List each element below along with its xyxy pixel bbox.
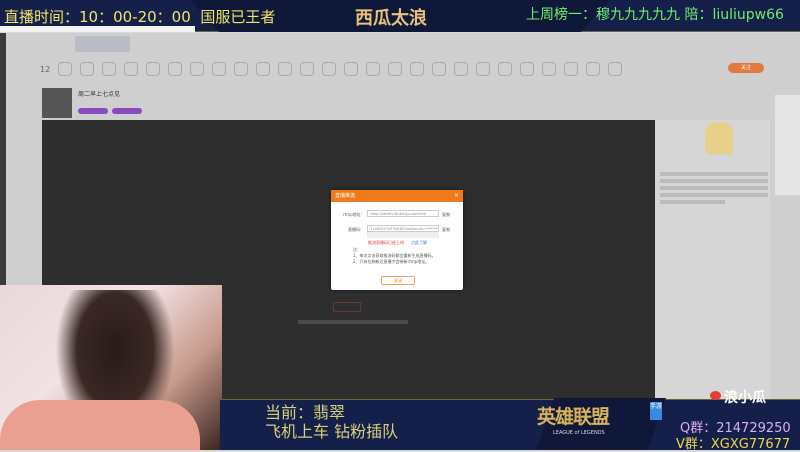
mascot-image	[705, 122, 733, 154]
player-button[interactable]	[333, 302, 361, 312]
category-icon[interactable]	[476, 62, 491, 76]
category-icon[interactable]	[58, 62, 73, 76]
mobile-badge: 手游	[650, 402, 662, 420]
follow-button[interactable]: 关注	[728, 63, 764, 73]
right-sidebar	[655, 120, 770, 400]
learn-more-link[interactable]: 点此了解	[411, 240, 427, 246]
category-icon-row: 12	[40, 58, 660, 80]
category-icon[interactable]	[344, 62, 359, 76]
weibo-icon	[710, 391, 721, 400]
category-icon[interactable]	[190, 62, 205, 76]
copy-key-button[interactable]: 复制	[442, 227, 450, 233]
category-icon[interactable]	[278, 62, 293, 76]
category-icon[interactable]	[520, 62, 535, 76]
note: 2、只有在刷新后直播才会带新rtmp地址。	[353, 259, 430, 264]
server-rank: 国服已王者	[200, 8, 276, 26]
level-text: 12	[40, 64, 51, 74]
tag[interactable]	[78, 108, 108, 114]
streamer-title: 西瓜太浪	[355, 8, 427, 29]
key-field[interactable]: 11483057wTYpXD0?wsSecret=********	[367, 225, 439, 232]
stream-push-dialog: 直播推流 × rtmp地址: rtmp://sendtc3a.douyu.com…	[331, 190, 463, 290]
game-logo: 英雄联盟	[537, 406, 610, 428]
category-icon[interactable]	[366, 62, 381, 76]
player-hint	[298, 320, 408, 324]
companion: 陪：liuliupw66	[684, 7, 784, 23]
room-title: 周二早上七点见	[78, 91, 121, 98]
game-logo-en: LEAGUE of LEGENDS	[553, 430, 605, 436]
category-icon[interactable]	[146, 62, 161, 76]
key-scrollbar[interactable]	[367, 232, 439, 238]
category-icon[interactable]	[564, 62, 579, 76]
category-icon[interactable]	[586, 62, 601, 76]
key-label: 直播码:	[348, 227, 362, 232]
rtmp-label: rtmp地址:	[343, 212, 362, 217]
category-icon[interactable]	[388, 62, 403, 76]
category-icon[interactable]	[410, 62, 425, 76]
category-icon[interactable]	[124, 62, 139, 76]
schedule-text: 直播时间：10：00-20：00 国服已王者	[4, 6, 275, 27]
category-icon[interactable]	[168, 62, 183, 76]
weibo-name: 浪小瓜	[724, 390, 766, 406]
category-icon[interactable]	[432, 62, 447, 76]
current-rank: 当前：翡翠	[265, 403, 346, 422]
rtmp-field[interactable]: rtmp://sendtc3a.douyu.com/live	[367, 210, 439, 217]
dialog-notes: 注: 1、每次点击获取推流码都会重新生成直播码。 2、只有在刷新后直播才会带新r…	[353, 247, 453, 265]
weekly-top: 上周榜一：穆九九九九九	[526, 7, 680, 23]
warning-text: 推流直播码已经上线	[368, 240, 404, 245]
category-icon[interactable]	[608, 62, 623, 76]
right-edge-panel	[775, 95, 800, 195]
category-icon[interactable]	[234, 62, 249, 76]
copy-rtmp-button[interactable]: 复制	[442, 212, 450, 218]
dialog-title: 直播推流	[331, 190, 463, 202]
avatar[interactable]	[42, 88, 72, 118]
top-fan-text: 上周榜一：穆九九九九九 陪：liuliupw66	[526, 4, 784, 24]
room-notice	[660, 170, 768, 230]
live-time: 直播时间：10：00-20：00	[4, 8, 191, 26]
category-icon[interactable]	[80, 62, 95, 76]
category-icon[interactable]	[300, 62, 315, 76]
category-icon[interactable]	[542, 62, 557, 76]
category-icon[interactable]	[212, 62, 227, 76]
category-icon[interactable]	[322, 62, 337, 76]
tag-list	[78, 108, 142, 114]
category-icon[interactable]	[454, 62, 469, 76]
close-icon[interactable]: ×	[454, 190, 459, 202]
category-icon[interactable]	[102, 62, 117, 76]
v-group: V群：XGXG77677	[676, 437, 791, 452]
tag[interactable]	[112, 108, 142, 114]
category-icon[interactable]	[256, 62, 271, 76]
streamer-header: 周二早上七点见	[42, 86, 655, 118]
webcam-shirt	[0, 400, 200, 450]
queue-note: 飞机上车 钻粉插队	[265, 422, 399, 441]
site-nav	[70, 36, 570, 52]
close-button[interactable]: 关闭	[381, 276, 415, 285]
category-icon[interactable]	[498, 62, 513, 76]
